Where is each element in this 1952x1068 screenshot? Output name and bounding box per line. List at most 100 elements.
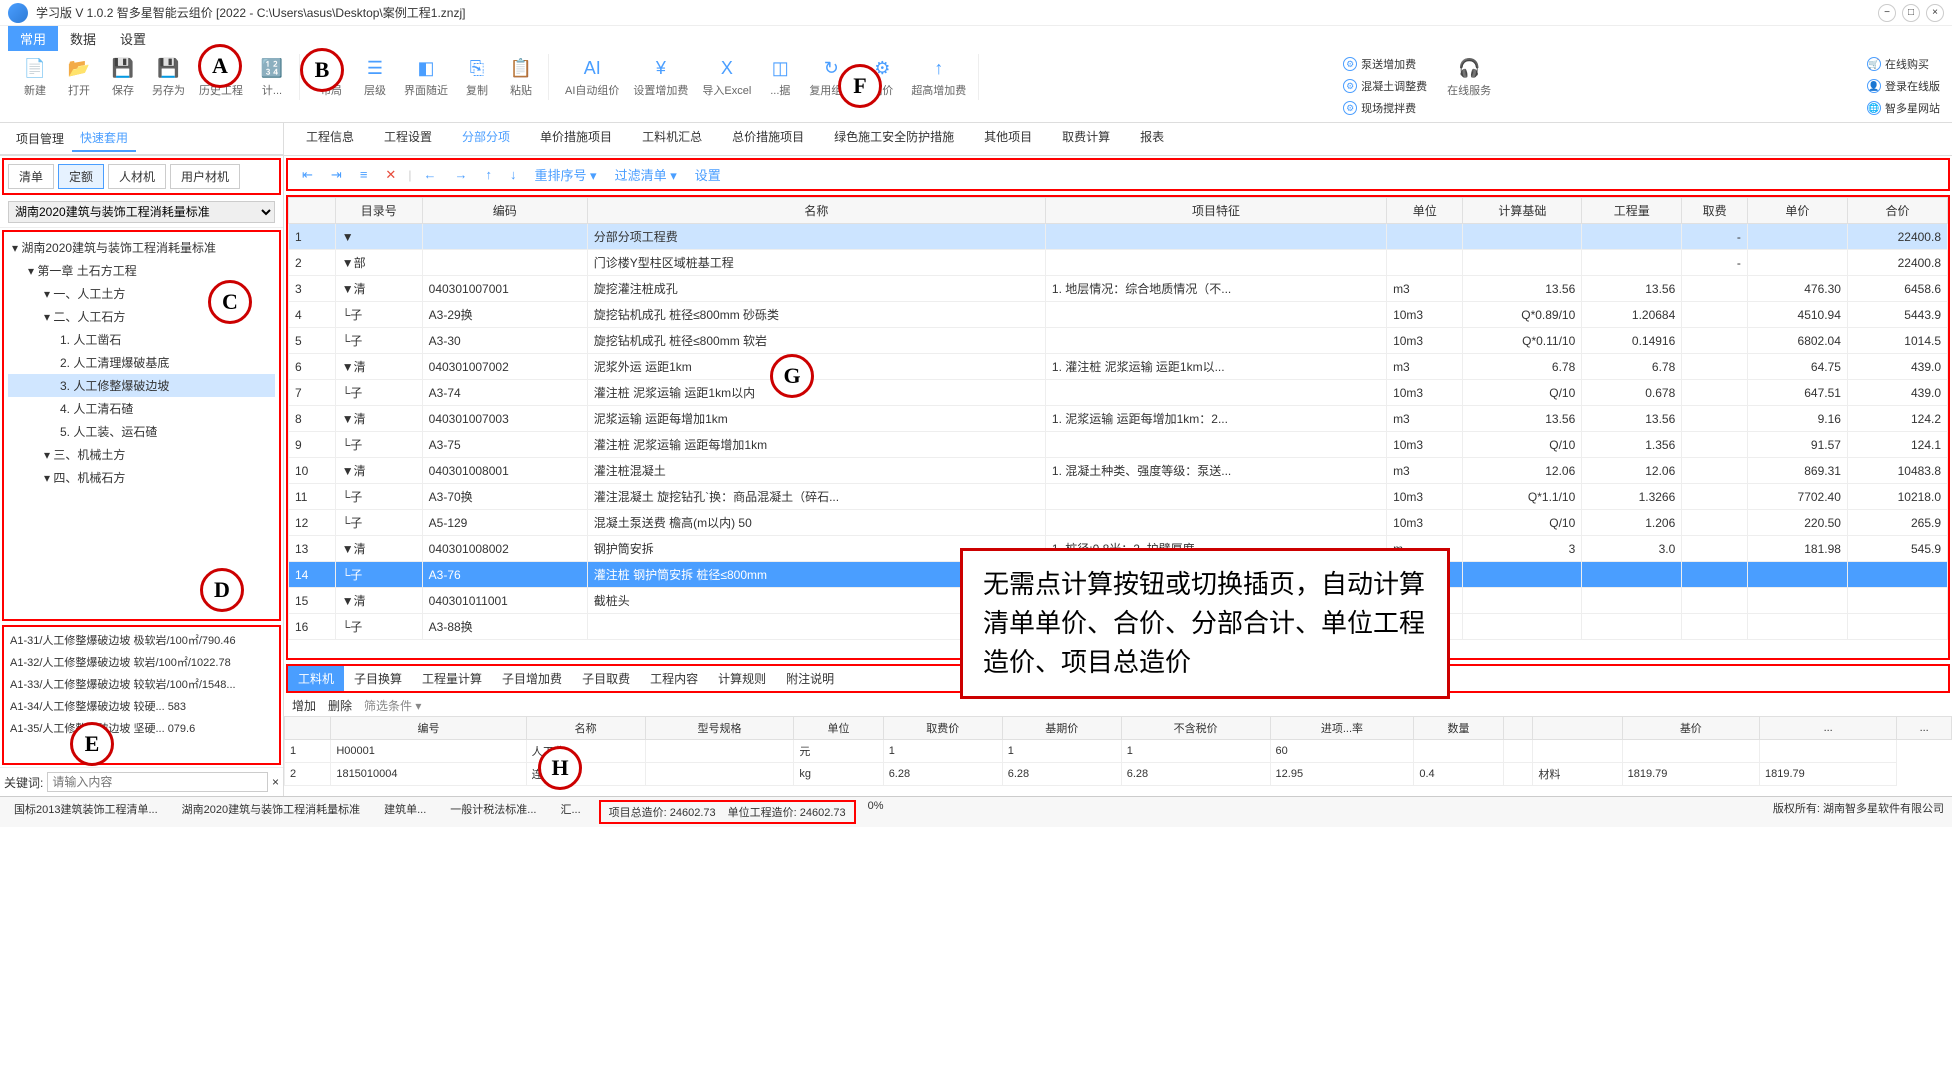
status-std2[interactable]: 湖南2020建筑与装饰工程消耗量标准: [176, 800, 366, 824]
tree-node[interactable]: ▾ 四、机械石方: [8, 466, 275, 489]
column-header[interactable]: 数量: [1414, 717, 1503, 740]
ai-auto-button[interactable]: AIAI自动组价: [559, 54, 625, 100]
tab-project-set[interactable]: 工程设置: [370, 125, 446, 153]
standard-dropdown[interactable]: 湖南2020建筑与装饰工程消耗量标准: [8, 201, 275, 223]
column-header[interactable]: [285, 717, 331, 740]
online-service-button[interactable]: 🎧在线服务: [1441, 54, 1497, 100]
column-header[interactable]: 不含税价: [1121, 717, 1270, 740]
table-row[interactable]: 7└子A3-74灌注桩 泥浆运输 运距1km以内10m3Q/100.678647…: [289, 380, 1948, 406]
column-header[interactable]: [1533, 717, 1622, 740]
tree-node[interactable]: 2. 人工清理爆破基底: [8, 351, 275, 374]
outdent-icon[interactable]: ⇤: [296, 165, 319, 185]
down-icon[interactable]: ↓: [504, 165, 523, 184]
indent-icon[interactable]: ⇥: [325, 165, 348, 185]
menu-settings[interactable]: 设置: [108, 26, 158, 51]
column-header[interactable]: 工程量: [1582, 198, 1682, 224]
tab-other[interactable]: 其他项目: [970, 125, 1046, 153]
column-header[interactable]: 基期价: [1002, 717, 1121, 740]
tree-node[interactable]: 4. 人工清石碴: [8, 397, 275, 420]
clear-icon[interactable]: ×: [272, 775, 279, 789]
new-button[interactable]: 📄新建: [14, 54, 56, 100]
minimize-button[interactable]: −: [1878, 4, 1896, 22]
list-item[interactable]: A1-35/人工修整爆破边坡 坚硬... 079.6: [6, 717, 277, 739]
column-header[interactable]: 单位: [1387, 198, 1463, 224]
lower-tab[interactable]: 计算规则: [708, 666, 776, 691]
high-fee-button[interactable]: ↑超高增加费: [905, 54, 972, 100]
table-row[interactable]: 12└子A5-129混凝土泵送费 檐高(m以内) 5010m3Q/101.206…: [289, 510, 1948, 536]
paste-button[interactable]: 📋粘贴: [500, 54, 542, 100]
lower-tab[interactable]: 附注说明: [776, 666, 844, 691]
settings-button[interactable]: 设置: [689, 163, 727, 186]
mix-fee[interactable]: ⚙现场搅拌费: [1339, 98, 1431, 118]
column-header[interactable]: [289, 198, 336, 224]
add-button[interactable]: 增加: [292, 697, 316, 714]
lower-grid[interactable]: 编号名称型号规格单位取费价基期价不含税价进项...率数量基价...... 1H0…: [284, 716, 1952, 796]
concrete-fee[interactable]: ⚙混凝土调整费: [1339, 76, 1431, 96]
resort-button[interactable]: 重排序号 ▾: [528, 163, 602, 186]
save-button[interactable]: 💾保存: [102, 54, 144, 100]
qtab-user-material[interactable]: 用户材机: [170, 164, 240, 189]
menu-common[interactable]: 常用: [8, 26, 58, 51]
list-icon[interactable]: ≡: [354, 165, 374, 184]
delete-button[interactable]: 删除: [328, 697, 352, 714]
column-header[interactable]: 单位: [794, 717, 883, 740]
table-row[interactable]: 1▼分部分项工程费-22400.8: [289, 224, 1948, 250]
left-icon[interactable]: ←: [417, 165, 442, 184]
filter-dropdown[interactable]: 筛选条件 ▾: [364, 697, 421, 714]
column-header[interactable]: 计算基础: [1463, 198, 1582, 224]
tab-material[interactable]: 工料机汇总: [628, 125, 716, 153]
tree-node[interactable]: ▾ 湖南2020建筑与装饰工程消耗量标准: [8, 236, 275, 259]
table-row[interactable]: 10▼清040301008001灌注桩混凝土1. 混凝土种类、强度等级：泵送..…: [289, 458, 1948, 484]
qtab-quota[interactable]: 定额: [58, 164, 104, 189]
tab-fee[interactable]: 取费计算: [1048, 125, 1124, 153]
tab-total-measure[interactable]: 总价措施项目: [718, 125, 818, 153]
column-header[interactable]: 基价: [1622, 717, 1759, 740]
column-header[interactable]: ...: [1759, 717, 1896, 740]
pump-fee[interactable]: ⚙泵送增加费: [1339, 54, 1431, 74]
recent-button[interactable]: ◧界面随近: [398, 54, 454, 100]
list-item[interactable]: A1-33/人工修整爆破边坡 较软岩/100㎡/1548...: [6, 673, 277, 695]
list-item[interactable]: A1-32/人工修整爆破边坡 软岩/100㎡/1022.78: [6, 651, 277, 673]
column-header[interactable]: 编码: [422, 198, 587, 224]
column-header[interactable]: 取费: [1682, 198, 1748, 224]
status-std1[interactable]: 国标2013建筑装饰工程清单...: [8, 800, 164, 824]
lower-tab[interactable]: 子目取费: [572, 666, 640, 691]
qtab-material[interactable]: 人材机: [108, 164, 166, 189]
status-std5[interactable]: 汇...: [554, 800, 586, 824]
project-manage-tab[interactable]: 项目管理: [8, 126, 72, 151]
tab-report[interactable]: 报表: [1126, 125, 1178, 153]
column-header[interactable]: 编号: [331, 717, 526, 740]
lower-tab[interactable]: 工程内容: [640, 666, 708, 691]
keyword-input[interactable]: [47, 772, 268, 792]
table-row[interactable]: 11└子A3-70换灌注混凝土 旋挖钻孔`换：商品混凝土（碎石...10m3Q*…: [289, 484, 1948, 510]
delete-icon[interactable]: ✕: [379, 165, 402, 185]
column-header[interactable]: 项目特征: [1045, 198, 1386, 224]
column-header[interactable]: 单价: [1747, 198, 1847, 224]
login-online[interactable]: 👤登录在线版: [1863, 76, 1944, 96]
maximize-button[interactable]: □: [1902, 4, 1920, 22]
data-button[interactable]: ◫...据: [759, 54, 801, 100]
table-row[interactable]: 21815010004连装件kg6.286.286.2812.950.4材料18…: [285, 763, 1952, 786]
column-header[interactable]: 型号规格: [645, 717, 794, 740]
status-std4[interactable]: 一般计税法标准...: [444, 800, 542, 824]
column-header[interactable]: [1503, 717, 1533, 740]
table-row[interactable]: 6▼清040301007002泥浆外运 运距1km1. 灌注桩 泥浆运输 运距1…: [289, 354, 1948, 380]
column-header[interactable]: 合价: [1847, 198, 1947, 224]
calc-button[interactable]: 🔢计...: [251, 54, 293, 100]
table-row[interactable]: 9└子A3-75灌注桩 泥浆运输 运距每增加1km10m3Q/101.35691…: [289, 432, 1948, 458]
tab-section[interactable]: 分部分项: [448, 125, 524, 153]
lower-tab[interactable]: 工程量计算: [412, 666, 492, 691]
copy-button[interactable]: ⎘复制: [456, 54, 498, 100]
tree-node[interactable]: ▾ 第一章 土石方工程: [8, 259, 275, 282]
lower-tab[interactable]: 工料机: [288, 666, 344, 691]
saveas-button[interactable]: 💾另存为: [146, 54, 191, 100]
up-icon[interactable]: ↑: [479, 165, 498, 184]
table-row[interactable]: 5└子A3-30旋挖钻机成孔 桩径≤800mm 软岩10m3Q*0.11/100…: [289, 328, 1948, 354]
qtab-list[interactable]: 清单: [8, 164, 54, 189]
buy-online[interactable]: 🛒在线购买: [1863, 54, 1944, 74]
right-icon[interactable]: →: [448, 165, 473, 184]
set-fee-button[interactable]: ¥设置增加费: [627, 54, 694, 100]
close-button[interactable]: ×: [1926, 4, 1944, 22]
column-header[interactable]: 进项...率: [1270, 717, 1414, 740]
level-button[interactable]: ☰层级: [354, 54, 396, 100]
